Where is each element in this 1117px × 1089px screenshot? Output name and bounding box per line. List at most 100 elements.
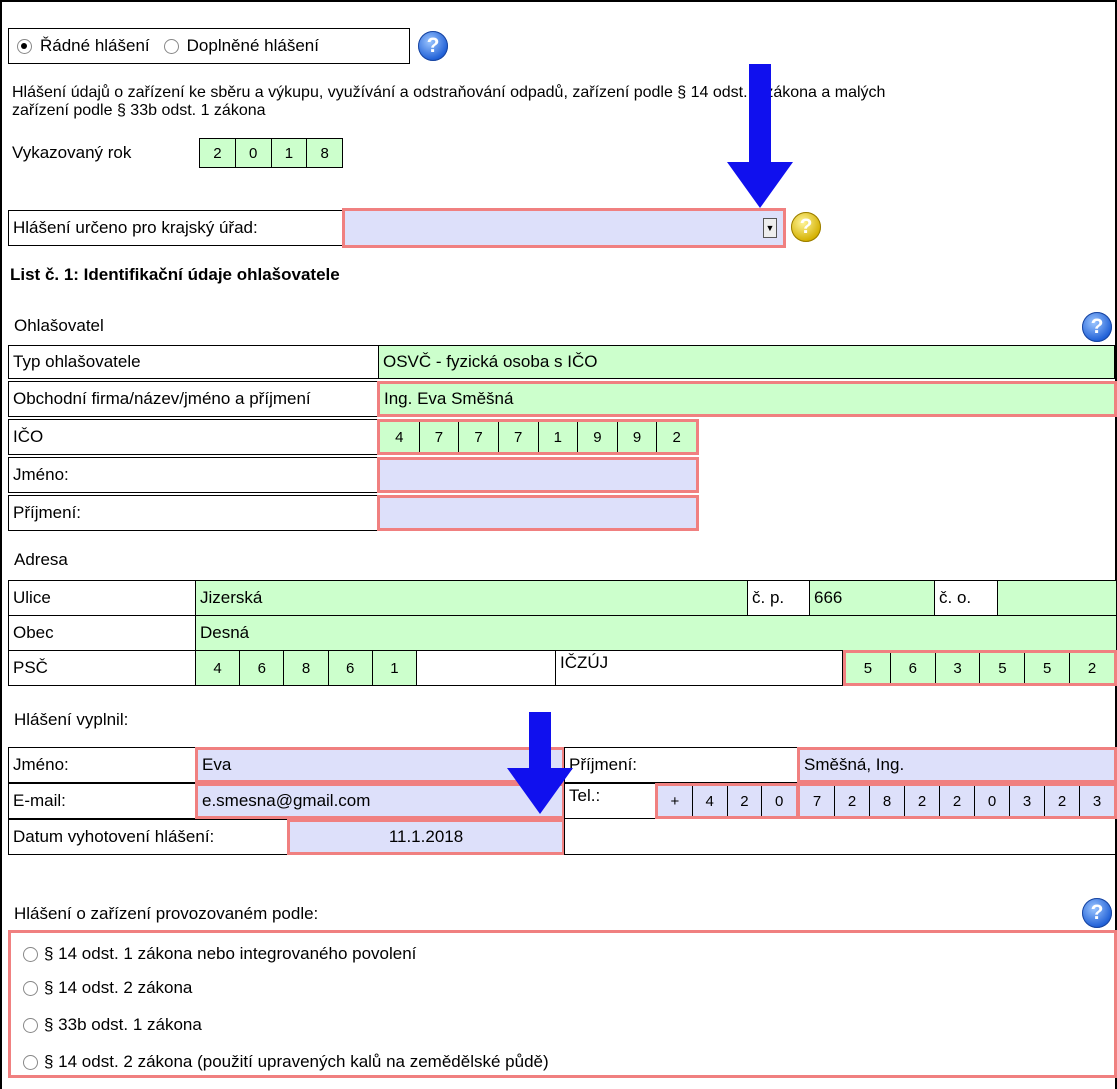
reporter-surname-label: Příjmení: xyxy=(8,495,379,531)
tel-digit: 2 xyxy=(905,786,940,816)
zip-digit: 4 xyxy=(196,651,241,685)
tel-digit: 4 xyxy=(693,786,728,816)
down-arrow-icon xyxy=(507,712,573,814)
tel-digit: 2 xyxy=(835,786,870,816)
address-section-label: Adresa xyxy=(14,550,68,569)
street-label: Ulice xyxy=(8,580,196,616)
reporter-surname-input[interactable] xyxy=(377,495,699,531)
radio-regular-label: Řádné hlášení xyxy=(40,36,150,55)
help-question-icon[interactable]: ? xyxy=(1082,312,1112,342)
facility-radio[interactable] xyxy=(23,980,38,996)
zip-spacer xyxy=(416,650,556,686)
report-type-group: Řádné hlášení Doplněné hlášení xyxy=(8,28,410,64)
year-digit: 2 xyxy=(200,139,236,167)
iczuj-digit: 5 xyxy=(980,653,1026,683)
ico-digit: 9 xyxy=(618,422,658,452)
help-question-icon[interactable]: ? xyxy=(418,31,448,61)
tel-digit: 8 xyxy=(870,786,905,816)
sheet-title: List č. 1: Identifikační údaje ohlašovat… xyxy=(10,265,340,284)
tel-digit: 0 xyxy=(774,792,784,810)
reporter-first-name-label: Jméno: xyxy=(8,457,379,493)
filled-first-name-label: Jméno: xyxy=(8,747,196,783)
tel-digit: + xyxy=(658,786,693,816)
zip-digit: 8 xyxy=(284,651,329,685)
year-digit: 1 xyxy=(272,139,308,167)
facility-option-label: § 33b odst. 1 zákona xyxy=(44,1015,202,1034)
zip-label: PSČ xyxy=(8,650,196,686)
zip-digit: 6 xyxy=(329,651,373,685)
region-select[interactable]: ▼ xyxy=(342,208,786,248)
down-arrow-icon xyxy=(727,64,793,208)
tel-prefix-field[interactable]: + 4 2 0 xyxy=(655,783,799,819)
street-input[interactable]: Jizerská xyxy=(195,580,748,616)
radio-supplement-label: Doplněné hlášení xyxy=(186,36,319,55)
ico-digit: 7 xyxy=(420,422,460,452)
co-input[interactable] xyxy=(997,580,1117,616)
tel-digit: 3 xyxy=(1092,792,1102,810)
ico-digit: 7 xyxy=(499,422,539,452)
facility-option[interactable]: § 14 odst. 1 zákona nebo integrovaného p… xyxy=(23,944,416,964)
filled-by-section-label: Hlášení vyplnil: xyxy=(14,710,129,729)
tel-label: Tel.: xyxy=(564,783,656,819)
ico-digit: 2 xyxy=(672,428,681,446)
tel-digit: 2 xyxy=(728,786,763,816)
iczuj-digit: 2 xyxy=(1087,659,1097,677)
tel-digit: 0 xyxy=(975,786,1010,816)
year-label: Vykazovaný rok xyxy=(12,143,132,162)
ico-digit: 1 xyxy=(539,422,579,452)
filled-surname-input[interactable]: Směšná, Ing. xyxy=(797,747,1117,783)
facility-option-label: § 14 odst. 2 zákona xyxy=(44,978,193,997)
iczuj-digit: 6 xyxy=(891,653,936,683)
facility-radio[interactable] xyxy=(23,1054,38,1070)
yellow-help-icon[interactable]: ? xyxy=(791,212,821,242)
year-field[interactable]: 2 0 1 8 xyxy=(199,138,343,168)
help-question-icon[interactable]: ? xyxy=(1082,898,1112,928)
reporter-section-label: Ohlašovatel xyxy=(14,316,104,335)
iczuj-digit: 5 xyxy=(846,653,891,683)
ico-digit: 7 xyxy=(459,422,499,452)
radio-regular-report[interactable] xyxy=(17,38,32,54)
radio-supplement-report[interactable] xyxy=(163,38,179,54)
cp-label: č. p. xyxy=(747,580,810,616)
iczuj-field[interactable]: 5 6 3 5 5 2 xyxy=(843,650,1117,686)
iczuj-label: IČZÚJ xyxy=(555,650,843,686)
facility-option-label: § 14 odst. 2 zákona (použití upravených … xyxy=(44,1052,549,1071)
co-label: č. o. xyxy=(934,580,998,616)
facility-option[interactable]: § 14 odst. 2 zákona (použití upravených … xyxy=(23,1052,549,1072)
reporter-type-label: Typ ohlašovatele xyxy=(8,345,379,379)
year-digit: 0 xyxy=(236,139,272,167)
date-row-spacer xyxy=(564,819,1117,855)
ico-label: IČO xyxy=(8,419,379,455)
date-label: Datum vyhotovení hlášení: xyxy=(8,819,288,855)
facility-section-label: Hlášení o zařízení provozovaném podle: xyxy=(14,904,319,923)
tel-digit: 2 xyxy=(940,786,975,816)
ico-field[interactable]: 4 7 7 7 1 9 9 2 xyxy=(377,419,699,455)
facility-option[interactable]: § 33b odst. 1 zákona xyxy=(23,1015,202,1035)
reporter-name-input[interactable]: Ing. Eva Směšná xyxy=(377,381,1117,417)
form-frame xyxy=(0,0,1117,1089)
facility-radio[interactable] xyxy=(23,946,38,962)
zip-digit: 1 xyxy=(390,659,399,677)
reporter-name-label: Obchodní firma/název/jméno a příjmení xyxy=(8,381,379,417)
ico-digit: 9 xyxy=(578,422,618,452)
date-input[interactable]: 11.1.2018 xyxy=(287,819,565,855)
facility-option-label: § 14 odst. 1 zákona nebo integrovaného p… xyxy=(44,944,417,963)
reporter-first-name-input[interactable] xyxy=(377,457,699,493)
iczuj-digit: 3 xyxy=(936,653,981,683)
city-input[interactable]: Desná xyxy=(195,615,1117,651)
iczuj-digit: 5 xyxy=(1025,653,1071,683)
cp-input[interactable]: 666 xyxy=(809,580,935,616)
zip-field[interactable]: 4 6 8 6 1 xyxy=(195,650,417,686)
facility-option[interactable]: § 14 odst. 2 zákona xyxy=(23,978,192,998)
facility-radio[interactable] xyxy=(23,1017,38,1033)
city-label: Obec xyxy=(8,615,196,651)
chevron-down-icon[interactable]: ▼ xyxy=(763,218,777,238)
tel-number-field[interactable]: 7 2 8 2 2 0 3 2 3 xyxy=(797,783,1117,819)
tel-digit: 3 xyxy=(1010,786,1045,816)
zip-digit: 6 xyxy=(240,651,285,685)
tel-digit: 7 xyxy=(800,786,835,816)
reporter-type-value[interactable]: OSVČ - fyzická osoba s IČO xyxy=(378,345,1115,379)
email-label: E-mail: xyxy=(8,783,196,819)
facility-options-group: § 14 odst. 1 zákona nebo integrovaného p… xyxy=(8,930,1117,1078)
ico-digit: 4 xyxy=(380,422,420,452)
